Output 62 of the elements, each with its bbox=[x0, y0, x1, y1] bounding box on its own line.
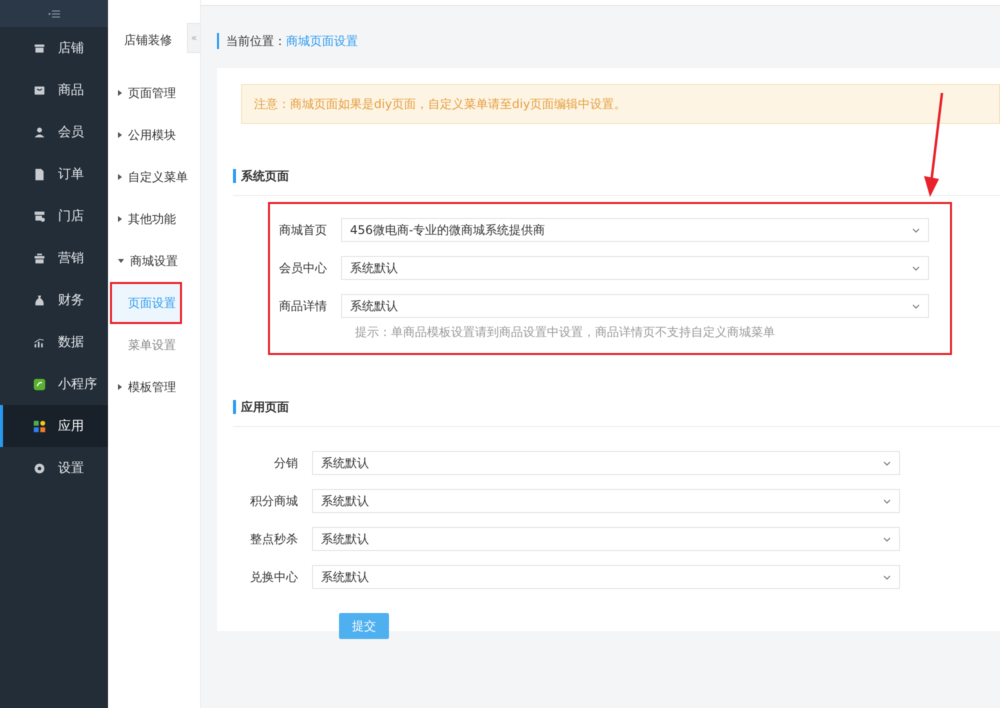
bag-icon bbox=[33, 84, 46, 96]
caret-icon bbox=[118, 216, 122, 222]
sidebar-item[interactable]: 小程序 bbox=[0, 363, 108, 405]
menu-collapse-icon[interactable] bbox=[48, 10, 60, 18]
chevron-down-icon bbox=[883, 498, 891, 504]
gift-icon bbox=[33, 252, 46, 264]
dropdown[interactable]: 456微电商-专业的微商城系统提供商 bbox=[341, 218, 929, 242]
field-label: 积分商城 bbox=[249, 492, 299, 510]
caret-icon bbox=[118, 259, 124, 263]
dropdown[interactable]: 系统默认 bbox=[312, 489, 900, 513]
chevron-down-icon bbox=[883, 460, 891, 466]
shop-icon bbox=[33, 210, 46, 222]
breadcrumb-label: 当前位置： bbox=[226, 32, 286, 50]
sidebar-item[interactable]: 财务 bbox=[0, 279, 108, 321]
chevron-down-icon bbox=[912, 266, 920, 270]
apps-icon bbox=[33, 420, 46, 432]
field-label: 兑换中心 bbox=[249, 568, 299, 586]
section-title: 应用页面 bbox=[233, 400, 289, 414]
caret-icon bbox=[118, 174, 122, 180]
menu-group[interactable]: 商城设置 bbox=[108, 240, 200, 282]
sidebar-item[interactable]: 门店 bbox=[0, 195, 108, 237]
sidebar-item[interactable]: 设置 bbox=[0, 447, 108, 489]
menu-group[interactable]: 其他功能 bbox=[108, 198, 200, 240]
field-label: 会员中心 bbox=[278, 260, 328, 276]
dropdown[interactable]: 系统默认 bbox=[312, 565, 900, 589]
sidebar-item[interactable]: 店铺 bbox=[0, 27, 108, 69]
caret-icon bbox=[118, 384, 122, 390]
document-icon bbox=[33, 168, 46, 180]
section-title: 系统页面 bbox=[233, 169, 289, 183]
chevron-down-icon bbox=[912, 228, 920, 232]
sidebar-item[interactable]: 商品 bbox=[0, 69, 108, 111]
sidebar-item[interactable]: 营销 bbox=[0, 237, 108, 279]
chevron-down-icon bbox=[912, 304, 920, 308]
dropdown[interactable]: 系统默认 bbox=[312, 451, 900, 475]
menu-group[interactable]: 模板管理 bbox=[108, 366, 200, 408]
sidebar-item[interactable]: 应用 bbox=[0, 405, 108, 447]
notice-banner: 注意：商城页面如果是diy页面，自定义菜单请至diy页面编辑中设置。 bbox=[241, 84, 1000, 124]
caret-icon bbox=[118, 132, 122, 138]
chevron-down-icon bbox=[883, 574, 891, 580]
field-label: 整点秒杀 bbox=[249, 530, 299, 548]
store-icon bbox=[33, 42, 46, 54]
field-label: 商品详情 bbox=[278, 298, 328, 314]
menu-group[interactable]: 自定义菜单 bbox=[108, 156, 200, 198]
settings-icon bbox=[33, 462, 46, 474]
field-label: 分销 bbox=[273, 454, 299, 472]
menu-group[interactable]: 公用模块 bbox=[108, 114, 200, 156]
hint-text: 提示：单商品模板设置请到商品设置中设置，商品详情页不支持自定义商城菜单 bbox=[355, 324, 776, 341]
money-bag-icon bbox=[33, 294, 46, 306]
menu-item[interactable]: 菜单设置 bbox=[108, 324, 200, 366]
sidebar-item[interactable]: 数据 bbox=[0, 321, 108, 363]
sidebar-item[interactable]: 订单 bbox=[0, 153, 108, 195]
dropdown[interactable]: 系统默认 bbox=[341, 294, 929, 318]
dropdown[interactable]: 系统默认 bbox=[341, 256, 929, 280]
field-label: 商城首页 bbox=[278, 222, 328, 238]
caret-icon bbox=[118, 90, 122, 96]
link-icon bbox=[33, 378, 46, 390]
chevron-down-icon bbox=[883, 536, 891, 542]
menu-group[interactable]: 页面管理 bbox=[108, 72, 200, 114]
sidebar-item[interactable]: 会员 bbox=[0, 111, 108, 153]
dropdown[interactable]: 系统默认 bbox=[312, 527, 900, 551]
menu-title: 店铺装修 bbox=[124, 32, 172, 49]
user-icon bbox=[33, 126, 46, 138]
